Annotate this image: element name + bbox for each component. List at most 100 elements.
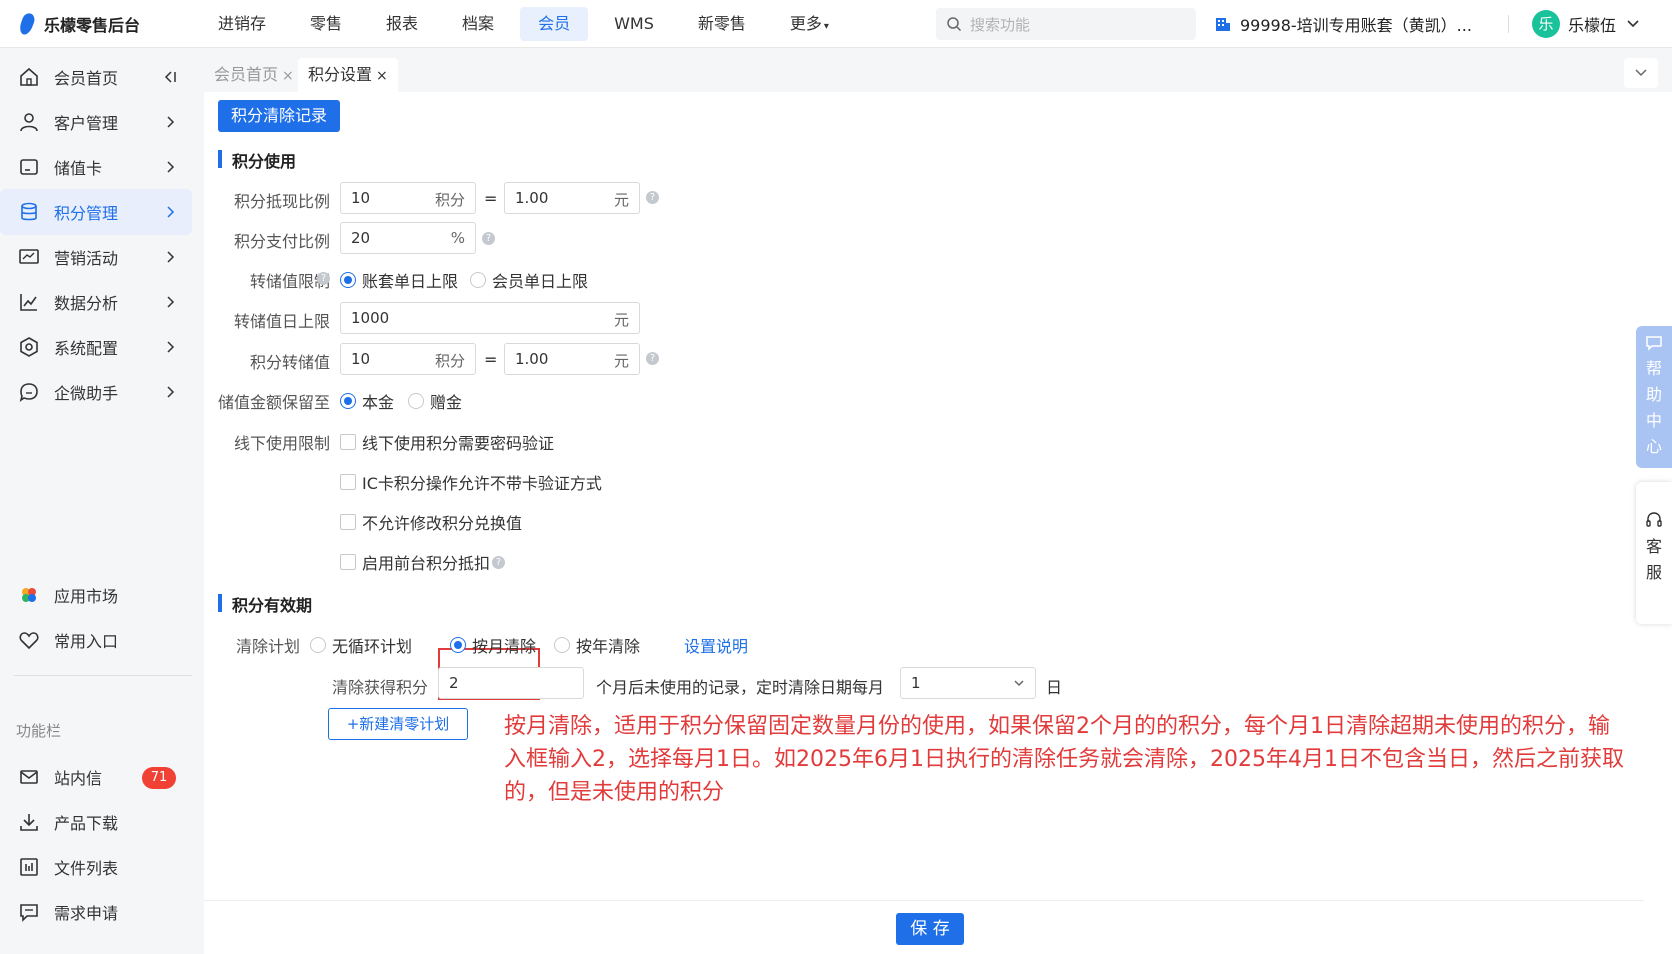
chevron-down-icon: [1627, 20, 1639, 28]
clear-day-select[interactable]: 1: [900, 667, 1036, 699]
search-box[interactable]: 搜索功能: [936, 8, 1196, 40]
caret-down-icon: ▾: [823, 20, 829, 32]
radio-no-cycle[interactable]: 无循环计划: [310, 633, 412, 657]
sidebar-item-marketing[interactable]: 营销活动: [0, 234, 192, 280]
chevron-right-icon: [167, 206, 175, 218]
checkbox-no-modify-rate[interactable]: 不允许修改积分兑换值: [340, 510, 522, 534]
nav-more-label: 更多: [789, 13, 822, 33]
input-suffix: %: [450, 229, 465, 247]
nav-item-wms[interactable]: WMS: [596, 7, 672, 41]
cash-ratio-points-input[interactable]: 10 积分: [340, 182, 476, 214]
chevron-right-icon: [167, 161, 175, 173]
radio-member-daily-cap[interactable]: 会员单日上限: [470, 268, 588, 292]
nav-item-reports[interactable]: 报表: [368, 7, 436, 41]
points-to-stored-points-input[interactable]: 10 积分: [340, 343, 476, 375]
close-icon[interactable]: ×: [282, 68, 294, 84]
nav-item-retail[interactable]: 零售: [292, 7, 360, 41]
sidebar-item-label: 需求申请: [54, 904, 119, 923]
sidebar-item-analytics[interactable]: 数据分析: [0, 279, 192, 325]
sidebar-item-messages[interactable]: 站内信 71: [0, 754, 192, 800]
sidebar-item-label: 营销活动: [54, 249, 119, 268]
collapse-sidebar-icon[interactable]: [162, 69, 178, 85]
radio-dot: [408, 393, 424, 409]
radio-yearly-clear[interactable]: 按年清除: [554, 633, 640, 657]
request-icon: [20, 904, 38, 922]
sidebar-item-stored-card[interactable]: 储值卡: [0, 144, 192, 190]
account-label: 99998-培训专用账套（黄凯）...: [1240, 16, 1472, 35]
sidebar-item-downloads[interactable]: 产品下载: [0, 799, 192, 845]
sidebar-item-label: 文件列表: [54, 859, 119, 878]
stored-daily-cap-input[interactable]: 1000 元: [340, 302, 640, 334]
stored-keep-label: 储值金额保留至: [217, 393, 330, 412]
help-icon[interactable]: ?: [646, 191, 659, 204]
checkbox-offline-password[interactable]: 线下使用积分需要密码验证: [340, 430, 554, 454]
nav-item-more[interactable]: 更多 ▾: [772, 7, 847, 41]
settings-icon: [20, 337, 38, 357]
radio-bonus[interactable]: 赠金: [408, 389, 462, 413]
clear-rule-label: 清除获得积分: [331, 678, 428, 697]
new-clear-plan-button[interactable]: +新建清零计划: [328, 708, 468, 740]
sidebar-item-member-home[interactable]: 会员首页: [0, 54, 192, 100]
checkbox-ic-card-no-card[interactable]: IC卡积分操作允许不带卡验证方式: [340, 470, 602, 494]
nav-item-archive[interactable]: 档案: [444, 7, 512, 41]
close-icon[interactable]: ×: [376, 68, 388, 84]
settings-help-link[interactable]: 设置说明: [684, 633, 748, 657]
input-suffix: 积分: [434, 352, 465, 370]
cash-ratio-yuan-input[interactable]: 1.00 元: [504, 182, 640, 214]
radio-dot: [340, 393, 356, 409]
user-menu[interactable]: 乐 乐檬伍: [1532, 0, 1640, 48]
service-char: 客: [1645, 537, 1662, 556]
customer-service-tab[interactable]: 客 服: [1636, 482, 1672, 624]
checkbox-label: IC卡积分操作允许不带卡验证方式: [362, 474, 602, 493]
input-value: 1.00: [515, 350, 549, 368]
avatar: 乐: [1532, 10, 1560, 38]
logo[interactable]: 乐檬零售后台: [0, 12, 200, 36]
clear-months-input[interactable]: 2: [438, 667, 584, 699]
account-switcher[interactable]: 99998-培训专用账套（黄凯）...: [1214, 0, 1472, 48]
sidebar-item-label: 会员首页: [54, 69, 119, 88]
app-market-icon: [22, 588, 36, 602]
footer-bar: 保 存: [204, 900, 1644, 954]
nav-item-inventory[interactable]: 进销存: [200, 7, 284, 41]
radio-principal[interactable]: 本金: [340, 389, 394, 413]
sidebar-item-system-config[interactable]: 系统配置: [0, 324, 192, 370]
chat-icon: [19, 383, 38, 402]
sidebar-item-points[interactable]: 积分管理: [0, 189, 192, 235]
checkbox-box: [340, 474, 356, 490]
help-icon[interactable]: ?: [646, 352, 659, 365]
sidebar-item-wecom-assistant[interactable]: 企微助手: [0, 369, 192, 415]
nav-item-new-retail[interactable]: 新零售: [680, 7, 764, 41]
sidebar-divider: [14, 675, 192, 676]
sidebar-item-favorites[interactable]: 常用入口: [0, 617, 192, 663]
user-icon: [20, 113, 38, 132]
select-value: 1: [911, 674, 921, 692]
help-icon[interactable]: ?: [492, 555, 506, 569]
tab-member-home[interactable]: 会员首页 ×: [204, 58, 304, 92]
save-button[interactable]: 保 存: [896, 913, 964, 945]
help-center-tab[interactable]: 帮 助 中 心: [1636, 326, 1672, 468]
help-icon[interactable]: ?: [317, 272, 330, 285]
chart-line-icon: [20, 294, 37, 311]
database-icon: [21, 202, 37, 221]
clear-records-button[interactable]: 积分清除记录: [218, 100, 340, 132]
radio-account-daily-cap[interactable]: 账套单日上限: [340, 268, 458, 292]
sidebar-item-requests[interactable]: 需求申请: [0, 889, 192, 935]
clear-plan-label: 清除计划: [235, 637, 300, 656]
sidebar-item-label: 应用市场: [54, 587, 119, 606]
section-title-usage: 积分使用: [218, 148, 296, 172]
input-value: 10: [351, 189, 371, 207]
tab-points-settings[interactable]: 积分设置 ×: [298, 58, 398, 92]
tab-list-toggle[interactable]: [1624, 58, 1658, 88]
sidebar-item-file-list[interactable]: 文件列表: [0, 844, 192, 890]
home-icon: [20, 67, 38, 86]
radio-monthly-clear[interactable]: 按月清除: [450, 633, 536, 657]
nav-item-member[interactable]: 会员: [520, 6, 589, 41]
checkbox-pos-points-deduction[interactable]: 启用前台积分抵扣 ?: [340, 550, 506, 574]
sidebar-item-customers[interactable]: 客户管理: [0, 99, 192, 145]
help-icon[interactable]: ?: [482, 232, 495, 245]
pay-ratio-input[interactable]: 20 %: [340, 222, 476, 254]
sidebar-item-app-market[interactable]: 应用市场: [0, 572, 192, 618]
radio-label: 无循环计划: [332, 637, 413, 656]
headset-icon: [1646, 512, 1662, 527]
points-to-stored-yuan-input[interactable]: 1.00 元: [504, 343, 640, 375]
